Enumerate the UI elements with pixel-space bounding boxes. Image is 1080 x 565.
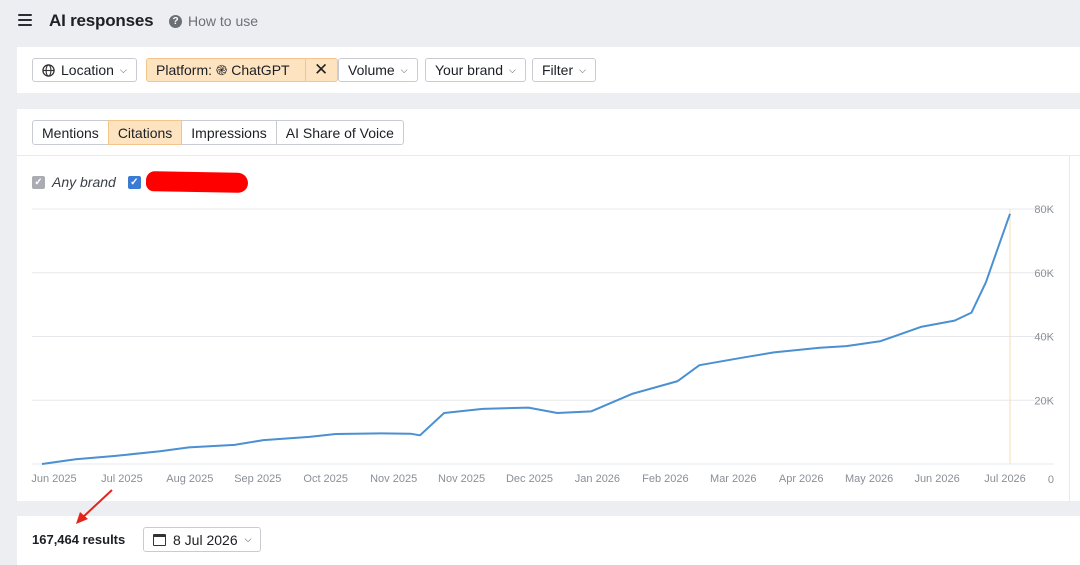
platform-filter-chip[interactable]: Platform: ֎ ChatGPT ✕ <box>146 58 338 82</box>
your-brand-label: Your brand <box>435 62 503 78</box>
chevron-down-icon: ⌵ <box>400 64 408 75</box>
chart-panel: Mentions Citations Impressions AI Share … <box>17 109 1080 501</box>
date-label: 8 Jul 2026 <box>173 531 238 548</box>
x-tick-label: Jul 2026 <box>984 473 1026 485</box>
x-tick-label: Oct 2025 <box>303 473 348 485</box>
hamburger-menu-icon[interactable] <box>18 14 32 26</box>
date-picker[interactable]: 8 Jul 2026 ⌵ <box>143 527 262 552</box>
x-tick-label: Dec 2025 <box>506 473 553 485</box>
x-tick-label: Aug 2025 <box>166 473 213 485</box>
calendar-icon <box>153 533 166 546</box>
chevron-down-icon: ⌵ <box>508 64 516 75</box>
x-tick-label: Jun 2025 <box>31 473 76 485</box>
remove-filter-close-icon[interactable]: ✕ <box>304 59 337 81</box>
x-tick-label: Jan 2026 <box>575 473 620 485</box>
citations-series-line[interactable] <box>41 213 1011 465</box>
your-brand-dropdown[interactable]: Your brand ⌵ <box>425 58 526 82</box>
x-tick-label: Sep 2025 <box>234 473 281 485</box>
filter-bar: Location ⌵ Platform: ֎ ChatGPT ✕ Volume … <box>17 47 1080 93</box>
y-tick-label: 20K <box>1034 395 1054 407</box>
x-tick-label: Jul 2025 <box>101 473 143 485</box>
y-tick-label: 80K <box>1034 204 1054 216</box>
y-tick-label: 0 <box>1048 474 1054 486</box>
top-bar: AI responses ? How to use <box>0 0 1080 44</box>
y-tick-label: 60K <box>1034 268 1054 280</box>
page-title: AI responses <box>49 11 154 30</box>
volume-dropdown[interactable]: Volume ⌵ <box>338 58 418 82</box>
x-tick-label: Apr 2026 <box>779 473 824 485</box>
results-bar: 167,464 results 8 Jul 2026 ⌵ <box>17 516 1080 565</box>
globe-icon <box>42 63 55 77</box>
volume-label: Volume <box>348 62 395 78</box>
x-tick-label: Nov 2025 <box>438 473 485 485</box>
chevron-down-icon: ⌵ <box>119 64 127 75</box>
citations-line-chart: 0 20K 40K 60K 80K Jun 2025 Jul 2025 Aug 2025 Sep… <box>31 204 1054 486</box>
platform-filter-label: Platform: ֎ ChatGPT <box>156 61 290 78</box>
x-tick-label: Nov 2025 <box>370 473 417 485</box>
filter-label: Filter <box>542 62 574 78</box>
results-count: 167,464 results <box>32 532 126 547</box>
how-to-use-link[interactable]: ? How to use <box>169 13 258 29</box>
x-tick-label: Feb 2026 <box>642 473 688 485</box>
location-label: Location <box>61 62 114 78</box>
chevron-down-icon: ⌵ <box>579 64 586 75</box>
location-dropdown[interactable]: Location ⌵ <box>32 58 137 82</box>
question-icon: ? <box>169 14 182 28</box>
chevron-down-icon: ⌵ <box>244 534 252 544</box>
how-to-use-label: How to use <box>188 13 259 29</box>
x-tick-label: Jun 2026 <box>914 473 959 485</box>
filter-dropdown[interactable]: Filter ⌵ <box>532 58 596 82</box>
x-tick-label: Mar 2026 <box>710 473 756 485</box>
x-tick-label: May 2026 <box>845 473 893 485</box>
y-tick-label: 40K <box>1034 332 1054 344</box>
